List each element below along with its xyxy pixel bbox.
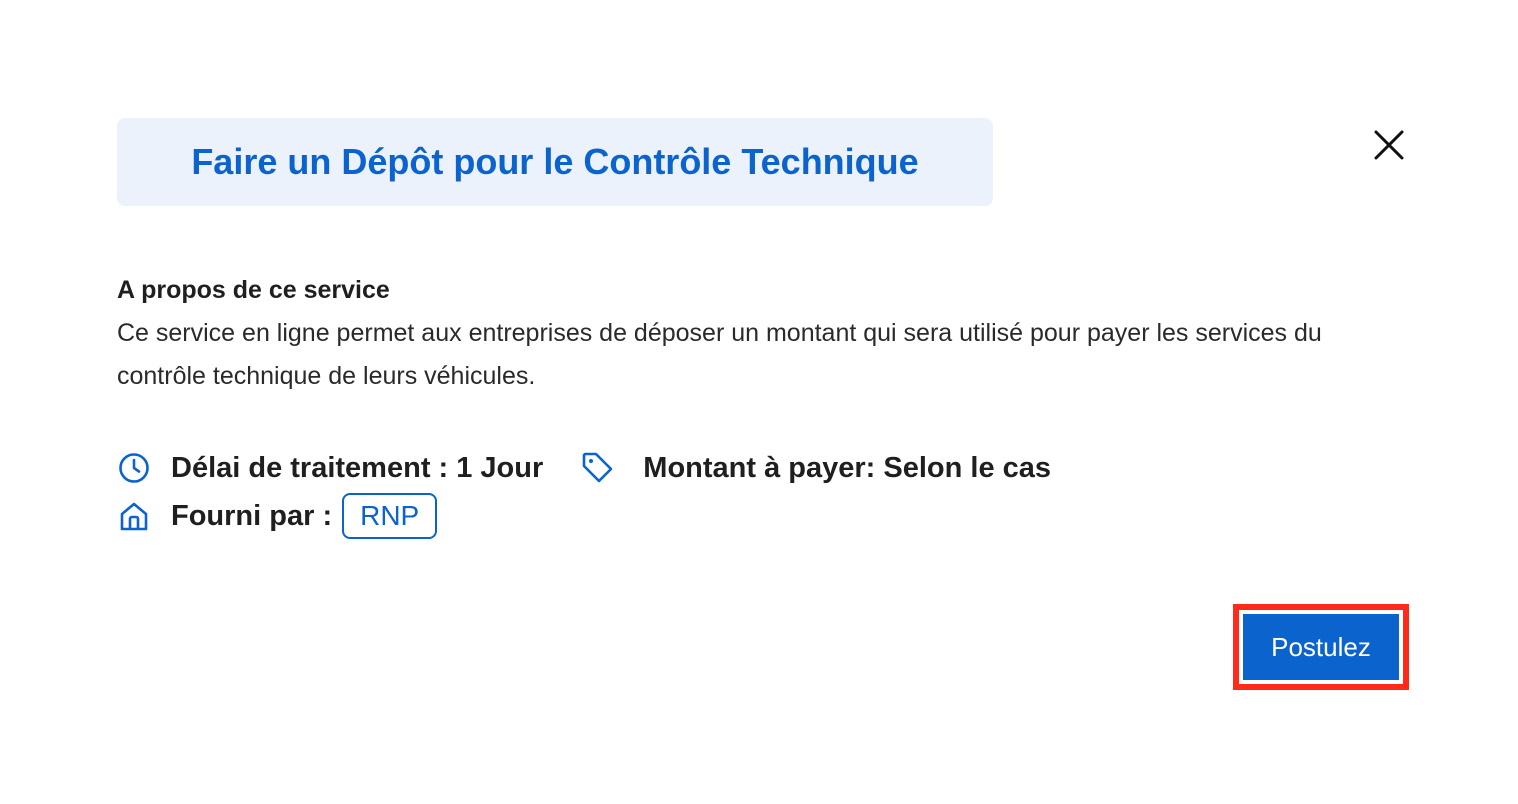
close-button[interactable] [1370,126,1408,164]
details-row-primary: Délai de traitement : 1 Jour Montant à p… [117,446,1051,490]
home-icon [117,499,151,533]
provider-label: Fourni par : [171,499,333,532]
about-description: Ce service en ligne permet aux entrepris… [117,319,1322,390]
apply-button[interactable]: Postulez [1243,614,1399,680]
dialog-title-box: Faire un Dépôt pour le Contrôle Techniqu… [117,118,993,206]
about-heading: A propos de ce service [117,276,390,304]
close-icon [1374,130,1404,160]
tag-icon [581,451,615,485]
processing-time-label: Délai de traitement : 1 Jour [171,451,544,484]
service-dialog: Faire un Dépôt pour le Contrôle Techniqu… [0,0,1518,804]
dialog-title: Faire un Dépôt pour le Contrôle Techniqu… [191,141,919,182]
details-row-provider: Fourni par : RNP [117,492,438,540]
clock-icon [117,451,151,485]
provider-badge[interactable]: RNP [342,493,438,539]
amount-label: Montant à payer: Selon le cas [643,451,1052,484]
